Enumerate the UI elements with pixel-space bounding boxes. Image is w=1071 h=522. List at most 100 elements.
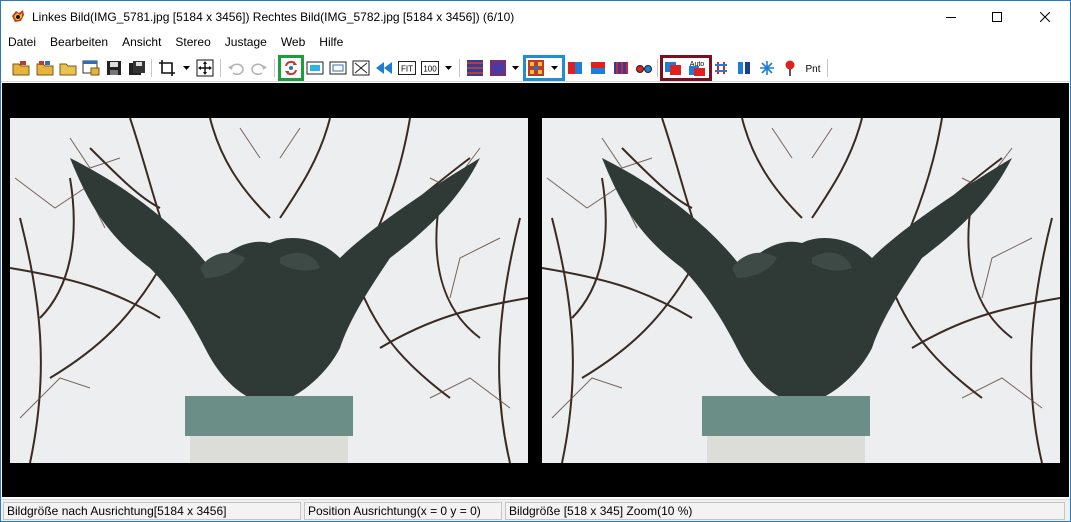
frame-cyan-icon (306, 61, 324, 75)
maximize-icon (992, 11, 1002, 22)
pin-button[interactable] (780, 58, 800, 78)
undo-button[interactable] (226, 58, 246, 78)
dropdown-arrow-icon (511, 66, 519, 70)
column-interlace-button[interactable] (611, 58, 631, 78)
move-icon (196, 59, 214, 77)
anaglyph-button[interactable] (526, 58, 546, 78)
pnt-icon: Pnt (805, 64, 820, 75)
fit-frame-button[interactable] (328, 58, 348, 78)
toolbar-separator (151, 59, 152, 77)
open-stereo-button[interactable] (35, 58, 55, 78)
open-folder-icon (12, 61, 30, 76)
status-image-size-zoom: Bildgröße [518 x 345] Zoom(10 %) (505, 502, 1065, 520)
red-blue-button[interactable] (588, 58, 608, 78)
status-align-size: Bildgröße nach Ausrichtung[5184 x 3456] (3, 502, 301, 520)
redo-button[interactable] (249, 58, 269, 78)
align-icon (665, 62, 681, 75)
zoom-100-button[interactable]: 100 (420, 58, 440, 78)
menu-web[interactable]: Web (274, 32, 312, 52)
grid-icon (715, 62, 727, 74)
menu-stereo[interactable]: Stereo (168, 32, 217, 52)
checker-icon (490, 60, 506, 76)
crop-button[interactable] (157, 58, 177, 78)
menu-bar: Datei Bearbeiten Ansicht Stereo Justage … (1, 32, 1070, 52)
open-left-right-button[interactable] (11, 58, 31, 78)
toolbar-separator (459, 59, 460, 77)
auto-label: Auto (690, 61, 705, 68)
rewind-button[interactable] (374, 58, 394, 78)
move-button[interactable] (195, 58, 215, 78)
close-icon (1040, 11, 1050, 22)
right-image[interactable] (542, 118, 1060, 463)
fullscreen-button[interactable] (351, 58, 371, 78)
glasses-icon (636, 65, 652, 73)
grid-button[interactable] (711, 58, 731, 78)
zoom-100-icon: 100 (421, 61, 439, 75)
toolbar-separator (220, 59, 221, 77)
zoom-dropdown[interactable] (443, 58, 453, 78)
manual-align-button[interactable] (663, 58, 683, 78)
auto-align-icon: Auto (689, 61, 705, 76)
redo-icon (251, 63, 267, 76)
frame-icon (329, 61, 347, 75)
crop-icon (159, 60, 175, 76)
app-window: Linkes Bild(IMG_5781.jpg [5184 x 3456]) … (0, 0, 1071, 522)
crop-dropdown[interactable] (181, 58, 191, 78)
save-button[interactable] (104, 58, 124, 78)
auto-align-button[interactable]: Auto (687, 58, 707, 78)
menu-datei[interactable]: Datei (1, 32, 43, 52)
snowflake-icon (760, 61, 774, 75)
status-bar: Bildgröße nach Ausrichtung[5184 x 3456] … (1, 499, 1070, 521)
open-folder-button[interactable] (58, 58, 78, 78)
menu-bearbeiten[interactable]: Bearbeiten (43, 32, 115, 52)
window-icon (82, 60, 100, 76)
rewind-icon (376, 62, 392, 74)
column-interlace-icon (614, 62, 628, 74)
red-cyan-button[interactable] (565, 58, 585, 78)
maximize-button[interactable] (974, 1, 1020, 32)
open-window-button[interactable] (81, 58, 101, 78)
glasses-button[interactable] (634, 58, 654, 78)
side-by-side-button[interactable] (305, 58, 325, 78)
dropdown-arrow-icon (444, 66, 452, 70)
snowflake-button[interactable] (757, 58, 777, 78)
close-button[interactable] (1022, 1, 1068, 32)
app-icon (12, 10, 24, 22)
checkerboard-button[interactable] (488, 58, 508, 78)
menu-ansicht[interactable]: Ansicht (115, 32, 168, 52)
swap-images-button[interactable] (281, 58, 301, 78)
fit-label: FIT (401, 65, 413, 74)
window-title: Linkes Bild(IMG_5781.jpg [5184 x 3456]) … (32, 10, 515, 24)
point-button[interactable]: Pnt (802, 58, 824, 78)
toolbar-separator (657, 59, 658, 77)
stereo-viewer[interactable] (2, 83, 1069, 497)
left-image[interactable] (10, 118, 528, 463)
status-align-position: Position Ausrichtung(x = 0 y = 0) (304, 502, 502, 520)
interlaced-icon (467, 60, 483, 76)
menu-hilfe[interactable]: Hilfe (312, 32, 350, 52)
open-folder-icon (36, 61, 54, 76)
minimize-button[interactable] (928, 1, 974, 32)
eagle-statue-photo (542, 118, 1060, 463)
floppy-disk-icon (107, 61, 121, 75)
fit-icon: FIT (398, 61, 416, 75)
mode-dropdown[interactable] (510, 58, 520, 78)
folder-icon (59, 63, 77, 76)
red-blue-icon (591, 62, 605, 74)
anaglyph-dropdown[interactable] (549, 58, 559, 78)
menu-justage[interactable]: Justage (218, 32, 274, 52)
split-view-button[interactable] (734, 58, 754, 78)
eagle-statue-photo (10, 118, 528, 463)
interlaced-button[interactable] (465, 58, 485, 78)
pnt-label: Pnt (805, 64, 820, 75)
red-cyan-icon (568, 62, 582, 74)
save-as-button[interactable] (127, 58, 147, 78)
toolbar: FIT 100 Auto Pnt (1, 54, 1070, 82)
zoom-100-label: 100 (423, 65, 437, 74)
fit-button[interactable]: FIT (397, 58, 417, 78)
minimize-icon (946, 16, 956, 18)
split-icon (738, 62, 750, 74)
pin-icon (785, 60, 795, 76)
undo-icon (228, 63, 244, 76)
title-bar: Linkes Bild(IMG_5781.jpg [5184 x 3456]) … (1, 1, 1070, 32)
